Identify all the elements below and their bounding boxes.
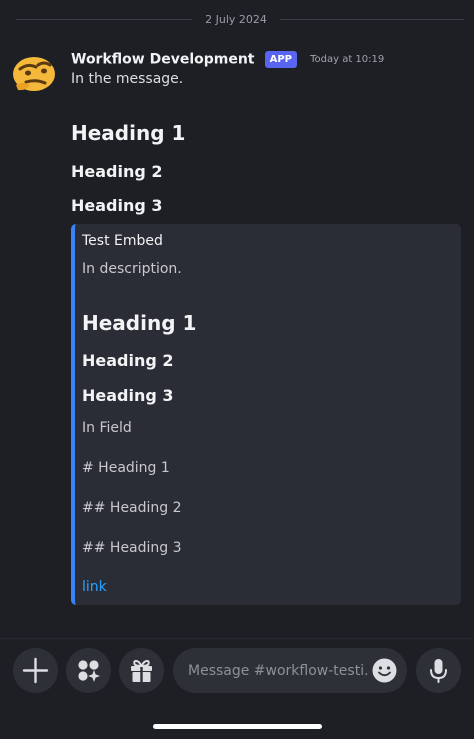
embed-description: In description. — [82, 261, 182, 277]
message-input-placeholder: Message #workflow-testi... — [188, 663, 370, 679]
embed-field-heading-2: Heading 2 — [82, 351, 174, 370]
divider-line-left — [16, 19, 192, 20]
message-heading-3: Heading 3 — [71, 196, 163, 215]
embed-title: Test Embed — [82, 233, 163, 249]
home-indicator[interactable] — [153, 724, 322, 729]
plus-icon — [22, 657, 49, 684]
author-name[interactable]: Workflow Development — [71, 52, 255, 68]
embed-raw-line-1: # Heading 1 — [82, 460, 170, 476]
embed-field-text: In Field — [82, 420, 132, 436]
thinking-face-emoji-icon[interactable] — [12, 55, 58, 93]
app-badge: APP — [264, 51, 297, 68]
emoji-button[interactable] — [371, 657, 398, 684]
embed-card: Test Embed In description. Heading 1 Hea… — [71, 224, 461, 605]
apps-button[interactable] — [66, 648, 111, 693]
embed-raw-line-3: ## Heading 3 — [82, 540, 182, 556]
gift-icon — [131, 659, 152, 682]
chat-screen: 2 July 2024 Workflow Development APP Tod… — [0, 0, 474, 739]
message-input[interactable]: Message #workflow-testi... — [173, 648, 407, 693]
embed-raw-line-2: ## Heading 2 — [82, 500, 182, 516]
gift-button[interactable] — [119, 648, 164, 693]
voice-message-button[interactable] — [416, 648, 461, 693]
embed-field-heading-3: Heading 3 — [82, 386, 174, 405]
apps-icon — [78, 660, 100, 682]
add-button[interactable] — [13, 648, 58, 693]
composer-divider — [0, 638, 474, 639]
message-timestamp: Today at 10:19 — [310, 54, 385, 65]
message-heading-1: Heading 1 — [71, 121, 186, 145]
embed-field-heading-1: Heading 1 — [82, 311, 197, 335]
message-text: In the message. — [71, 71, 184, 87]
message-heading-2: Heading 2 — [71, 162, 163, 181]
divider-line-right — [280, 19, 464, 20]
emoji-icon — [372, 658, 397, 683]
date-divider: 2 July 2024 — [0, 11, 474, 29]
embed-link[interactable]: link — [82, 578, 107, 596]
microphone-icon — [430, 659, 447, 683]
date-label: 2 July 2024 — [205, 13, 267, 26]
message-header: Workflow Development APP Today at 10:19 — [71, 49, 384, 69]
